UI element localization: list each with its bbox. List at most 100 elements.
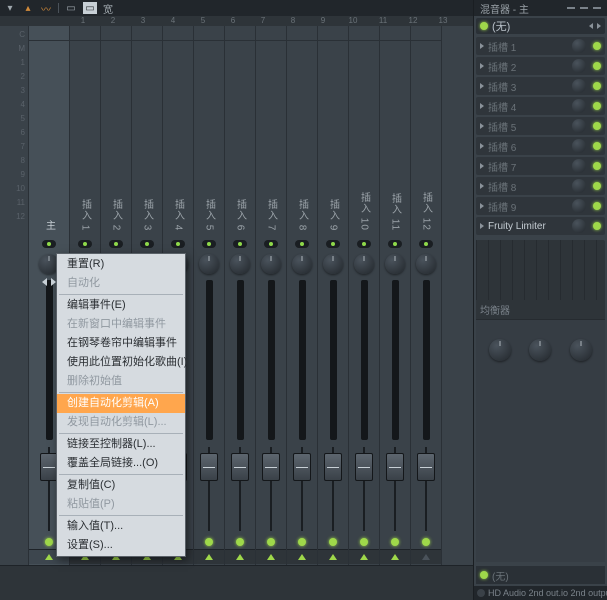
strip-name: 插入 2: [109, 41, 124, 237]
strip-name: 插入 11: [388, 41, 403, 237]
slot-arrow-icon: [480, 183, 484, 189]
pan-knob[interactable]: [199, 254, 219, 274]
slot-knob[interactable]: [572, 59, 586, 73]
insert-strip[interactable]: 插入 11: [379, 26, 410, 565]
volume-fader[interactable]: [256, 443, 286, 535]
volume-fader[interactable]: [411, 443, 441, 535]
window-controls[interactable]: [567, 7, 601, 9]
slot-led-icon[interactable]: [593, 182, 601, 190]
eq-knob-low[interactable]: [489, 339, 511, 361]
fx-slot[interactable]: 插槽 4: [476, 97, 605, 115]
volume-fader[interactable]: [287, 443, 317, 535]
mute-button[interactable]: [349, 535, 379, 549]
eq-knob-mid[interactable]: [529, 339, 551, 361]
insert-strip[interactable]: 插入 12: [410, 26, 441, 565]
mute-button[interactable]: [225, 535, 255, 549]
eq-knob-high[interactable]: [570, 339, 592, 361]
insert-strip[interactable]: 插入 10: [348, 26, 379, 565]
mute-button[interactable]: [318, 535, 348, 549]
slot-knob[interactable]: [572, 199, 586, 213]
menu-item[interactable]: 创建自动化剪辑(A): [57, 394, 185, 413]
route-button[interactable]: [194, 549, 224, 564]
pan-knob[interactable]: [230, 254, 250, 274]
tool-icon[interactable]: ▴: [22, 2, 34, 14]
slot-led-icon[interactable]: [593, 162, 601, 170]
fx-slot[interactable]: 插槽 6: [476, 137, 605, 155]
output-selector[interactable]: (无): [476, 566, 605, 584]
slot-knob[interactable]: [572, 39, 586, 53]
view1-icon[interactable]: ▭: [65, 2, 77, 14]
slot-knob[interactable]: [572, 159, 586, 173]
menu-item[interactable]: 输入值(T)...: [57, 517, 185, 536]
fx-slot[interactable]: 插槽 2: [476, 57, 605, 75]
mute-button[interactable]: [287, 535, 317, 549]
route-button[interactable]: [225, 549, 255, 564]
mute-button[interactable]: [194, 535, 224, 549]
insert-strip[interactable]: 插入 5: [193, 26, 224, 565]
slot-knob[interactable]: [572, 219, 586, 233]
slot-led-icon[interactable]: [593, 102, 601, 110]
insert-strip[interactable]: 插入 7: [255, 26, 286, 565]
slot-led-icon[interactable]: [593, 222, 601, 230]
preset-selector[interactable]: (无): [476, 18, 605, 34]
slot-led-icon[interactable]: [593, 142, 601, 150]
insert-strip[interactable]: 插入 9: [317, 26, 348, 565]
route-button[interactable]: [256, 549, 286, 564]
prev-icon[interactable]: [589, 23, 593, 29]
menu-item[interactable]: 覆盖全局链接...(O): [57, 454, 185, 473]
menu-item[interactable]: 复制值(C): [57, 476, 185, 495]
volume-fader[interactable]: [349, 443, 379, 535]
fx-slot[interactable]: Fruity Limiter: [476, 217, 605, 235]
pan-knob[interactable]: [292, 254, 312, 274]
menu-item[interactable]: 使用此位置初始化歌曲(I): [57, 353, 185, 372]
insert-strip[interactable]: 插入 6: [224, 26, 255, 565]
view2-icon[interactable]: ▭: [83, 2, 97, 14]
volume-fader[interactable]: [318, 443, 348, 535]
mute-button[interactable]: [256, 535, 286, 549]
pan-knob[interactable]: [354, 254, 374, 274]
volume-fader[interactable]: [194, 443, 224, 535]
fx-slot[interactable]: 插槽 5: [476, 117, 605, 135]
slot-knob[interactable]: [572, 179, 586, 193]
slot-knob[interactable]: [572, 99, 586, 113]
output-device[interactable]: HD Audio 2nd out.io 2nd output 2: [474, 586, 607, 600]
pan-knob[interactable]: [416, 254, 436, 274]
fx-slot[interactable]: 插槽 3: [476, 77, 605, 95]
pan-knob[interactable]: [261, 254, 281, 274]
slot-knob[interactable]: [572, 119, 586, 133]
fx-slot[interactable]: 插槽 8: [476, 177, 605, 195]
menu-item[interactable]: 重置(R): [57, 255, 185, 274]
route-button[interactable]: [349, 549, 379, 564]
slot-label: 插槽 2: [488, 59, 516, 74]
slot-led-icon[interactable]: [593, 122, 601, 130]
slot-knob[interactable]: [572, 139, 586, 153]
slot-led-icon[interactable]: [593, 202, 601, 210]
slot-led-icon[interactable]: [593, 82, 601, 90]
slot-led-icon[interactable]: [593, 42, 601, 50]
volume-fader[interactable]: [380, 443, 410, 535]
fx-slot[interactable]: 插槽 9: [476, 197, 605, 215]
slot-led-icon[interactable]: [593, 62, 601, 70]
menu-icon[interactable]: ▾: [4, 2, 16, 14]
menu-item[interactable]: 设置(S)...: [57, 536, 185, 555]
route-button[interactable]: [287, 549, 317, 564]
eq-display[interactable]: [476, 240, 605, 300]
pan-knob[interactable]: [385, 254, 405, 274]
slot-knob[interactable]: [572, 79, 586, 93]
route-button[interactable]: [411, 549, 441, 564]
pan-knob[interactable]: [323, 254, 343, 274]
volume-fader[interactable]: [225, 443, 255, 535]
wave-icon[interactable]: 〰: [40, 2, 52, 14]
insert-strip[interactable]: 插入 8: [286, 26, 317, 565]
route-button[interactable]: [318, 549, 348, 564]
menu-item[interactable]: 在钢琴卷帘中编辑事件: [57, 334, 185, 353]
menu-item[interactable]: 编辑事件(E): [57, 296, 185, 315]
next-icon[interactable]: [597, 23, 601, 29]
slot-label: 插槽 8: [488, 179, 516, 194]
route-button[interactable]: [380, 549, 410, 564]
mute-button[interactable]: [411, 535, 441, 549]
mute-button[interactable]: [380, 535, 410, 549]
menu-item[interactable]: 链接至控制器(L)...: [57, 435, 185, 454]
fx-slot[interactable]: 插槽 1: [476, 37, 605, 55]
fx-slot[interactable]: 插槽 7: [476, 157, 605, 175]
